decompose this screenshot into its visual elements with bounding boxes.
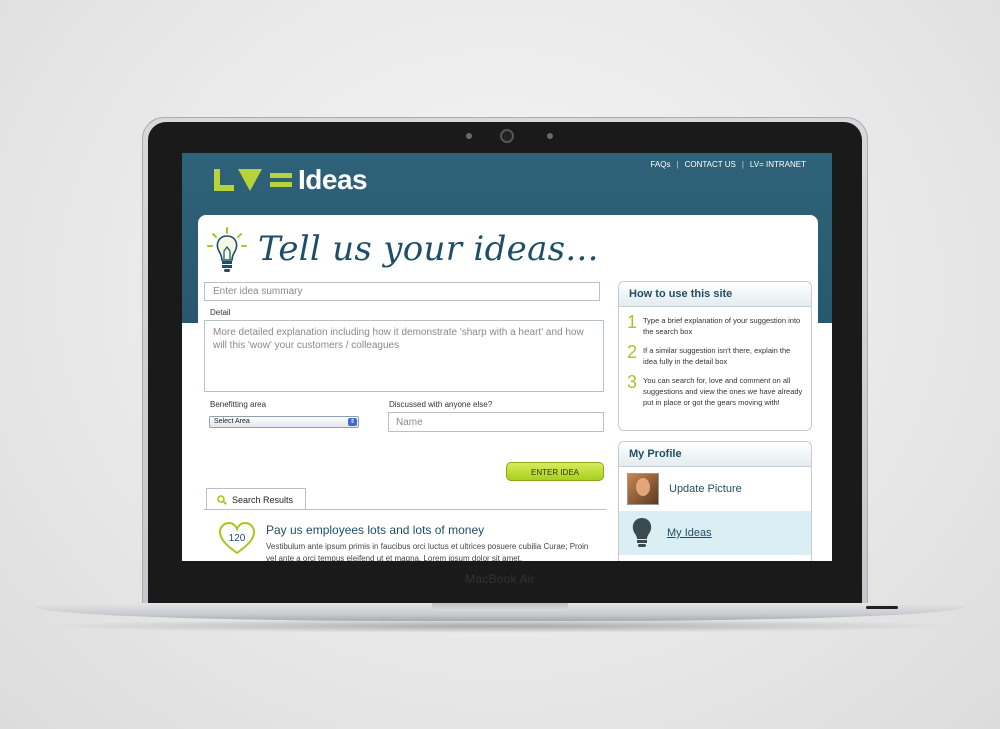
nav-separator: |	[676, 160, 679, 169]
laptop-foot	[866, 606, 898, 609]
how-to-panel: How to use this site 1 Type a brief expl…	[618, 281, 812, 431]
tab-divider	[204, 509, 606, 510]
name-input[interactable]: Name	[388, 412, 604, 432]
my-ideas-link[interactable]: My Ideas	[667, 527, 712, 539]
step-number: 3	[627, 372, 638, 392]
update-picture-row[interactable]: Update Picture	[619, 467, 811, 511]
lv-ideas-logo[interactable]: Ideas	[214, 164, 368, 195]
idea-summary-input[interactable]: Enter idea summary	[204, 282, 600, 301]
discussed-label: Discussed with anyone else?	[389, 400, 493, 409]
step-text: You can search for, love and comment on …	[643, 376, 803, 407]
nav-contact-us[interactable]: CONTACT US	[685, 160, 736, 169]
avatar	[627, 473, 659, 505]
detail-label: Detail	[210, 308, 231, 317]
search-icon	[217, 494, 227, 505]
lightbulb-icon	[632, 518, 652, 547]
love-count: 120	[228, 533, 246, 544]
nav-faqs[interactable]: FAQs	[650, 160, 670, 169]
my-profile-panel: My Profile Update Picture My Ideas	[618, 441, 812, 561]
my-profile-title: My Profile	[619, 442, 811, 467]
screen: Ideas FAQs | CONTACT US | LV= INTRANET T…	[182, 153, 832, 561]
ambient-sensor	[547, 133, 553, 139]
update-picture-link[interactable]: Update Picture	[669, 483, 742, 495]
laptop-hinge-notch	[432, 603, 568, 611]
laptop-shadow	[40, 619, 960, 633]
logo-ideas-text: Ideas	[298, 164, 368, 195]
step-item: 3 You can search for, love and comment o…	[619, 373, 811, 408]
step-text: Type a brief explanation of your suggest…	[643, 316, 801, 336]
ambient-sensor	[466, 133, 472, 139]
step-text: If a similar suggestion isn't there, exp…	[643, 346, 791, 366]
result-excerpt: Vestibulum ante ipsum primis in faucibus…	[266, 542, 589, 561]
step-number: 2	[627, 342, 638, 362]
lv-logo-icon	[214, 169, 292, 191]
tab-label: Search Results	[232, 494, 294, 505]
page-title: Tell us your ideas...	[258, 229, 599, 269]
detail-textarea[interactable]: More detailed explanation including how …	[204, 320, 604, 392]
camera-icon	[502, 131, 512, 141]
top-nav: FAQs | CONTACT US | LV= INTRANET	[650, 160, 806, 169]
laptop-model-label: MacBook Air	[465, 572, 535, 586]
lightbulb-icon	[207, 227, 247, 272]
tab-search-results[interactable]: Search Results	[206, 488, 306, 510]
benefitting-area-label: Benefitting area	[210, 400, 267, 409]
select-value: Select Area	[214, 418, 250, 425]
how-to-title: How to use this site	[619, 282, 811, 307]
step-item: 2 If a similar suggestion isn't there, e…	[619, 343, 811, 367]
result-title[interactable]: Pay us employees lots and lots of money	[266, 523, 484, 537]
step-item: 1 Type a brief explanation of your sugge…	[619, 313, 811, 337]
nav-lv-intranet[interactable]: LV= INTRANET	[750, 160, 806, 169]
enter-idea-button[interactable]: ENTER IDEA	[506, 462, 604, 481]
my-ideas-row[interactable]: My Ideas	[619, 511, 811, 555]
nav-separator: |	[741, 160, 744, 169]
step-number: 1	[627, 312, 638, 332]
benefitting-area-select[interactable]: Select Area ⇕	[209, 416, 359, 428]
select-arrows-icon: ⇕	[348, 418, 357, 426]
